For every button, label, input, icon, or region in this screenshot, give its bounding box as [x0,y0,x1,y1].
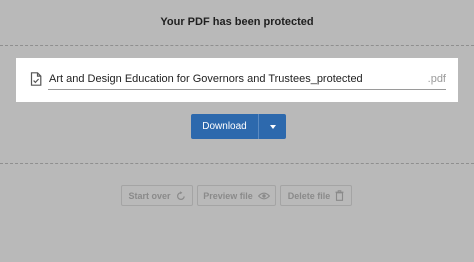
file-check-icon [30,72,42,86]
eye-icon [257,192,270,200]
divider-top [0,45,474,46]
trash-icon [335,190,344,201]
preview-file-button[interactable]: Preview file [197,185,276,206]
file-name-field[interactable]: Art and Design Education for Governors a… [16,58,458,102]
file-name-underline [48,89,446,90]
download-options-button[interactable] [259,114,286,139]
delete-file-label: Delete file [287,190,331,201]
download-button-group: Download [191,114,286,139]
start-over-button[interactable]: Start over [121,185,193,206]
file-extension: .pdf [427,73,446,85]
page-title: Your PDF has been protected [160,16,314,28]
delete-file-button[interactable]: Delete file [280,185,352,206]
refresh-icon [176,190,186,201]
download-button[interactable]: Download [191,114,258,139]
start-over-label: Start over [128,190,171,201]
preview-file-label: Preview file [203,190,253,201]
divider-bottom [0,163,474,164]
caret-down-icon [269,124,276,129]
file-name-text[interactable]: Art and Design Education for Governors a… [49,73,363,85]
